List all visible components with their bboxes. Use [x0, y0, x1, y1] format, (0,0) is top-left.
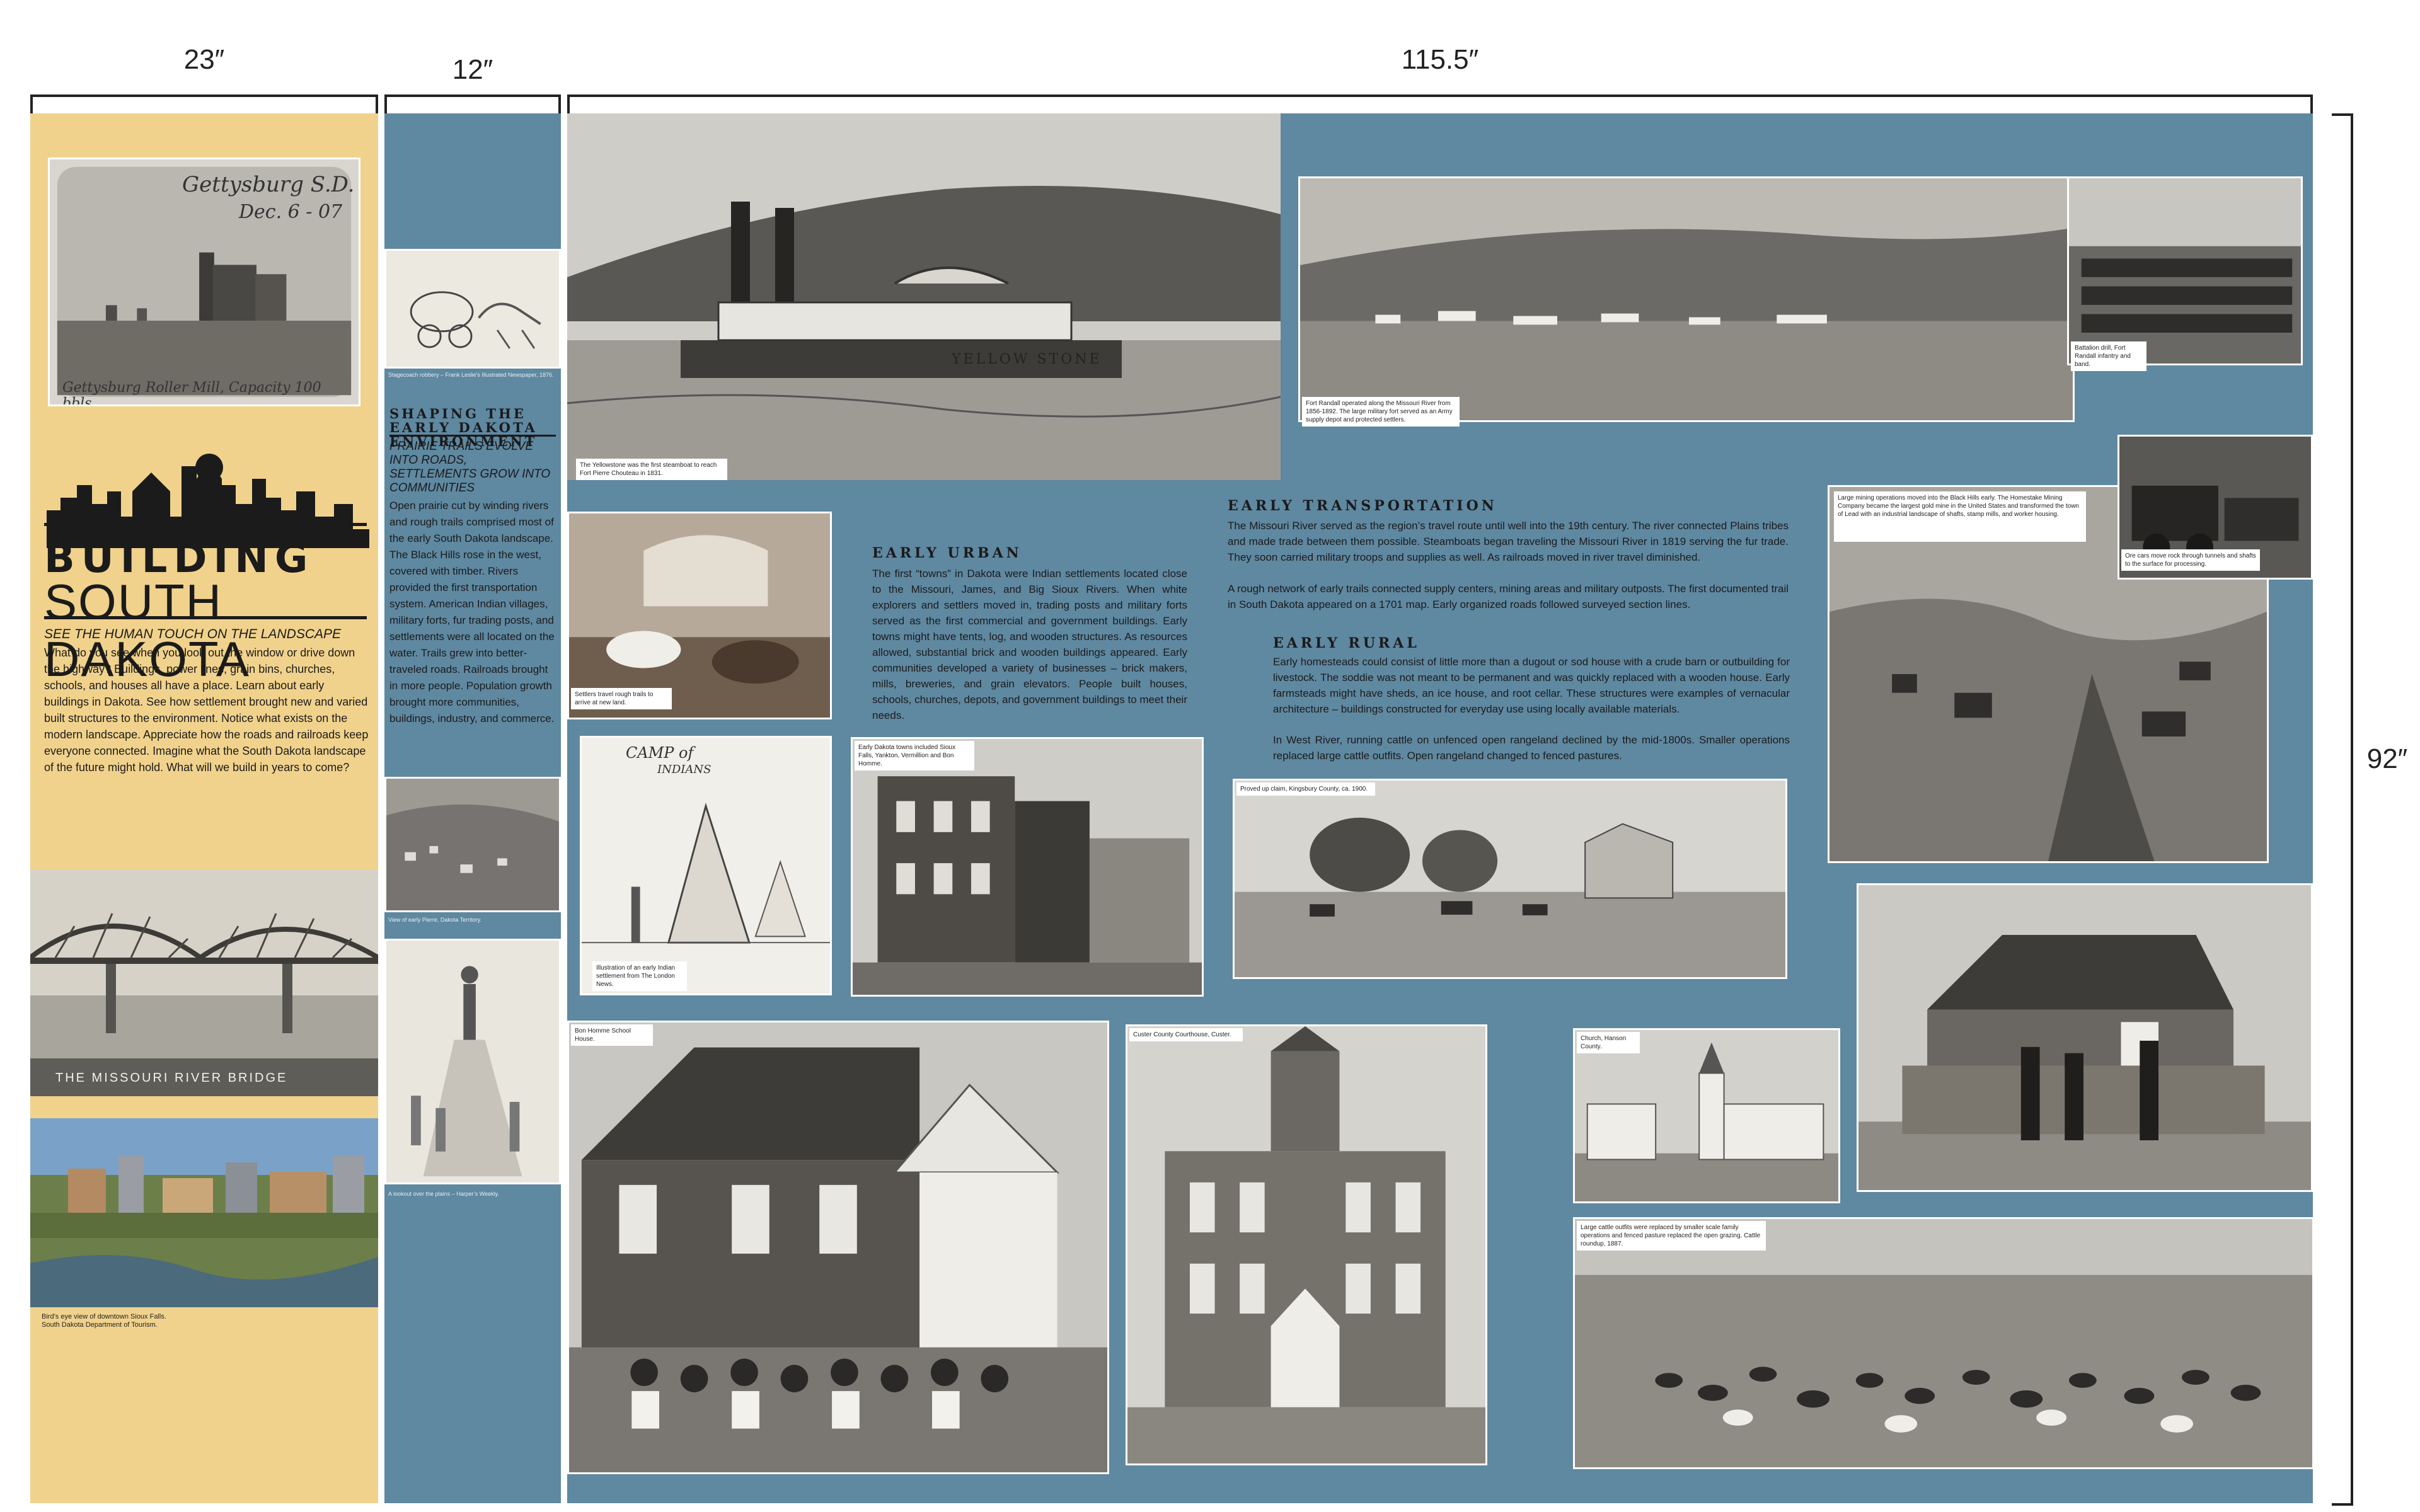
photo-proved-up-claim [1233, 779, 1787, 979]
photo-sioux-falls-skyline [30, 1118, 378, 1307]
caption-battalion-drill: Battalion drill, Fort Randall infantry a… [2071, 341, 2146, 371]
photo-yellowstone-steamboat: YELLOW STONE [567, 113, 1281, 480]
dim-line-height [2351, 113, 2353, 1506]
handwriting-line-1: Gettysburg S.D. [182, 172, 355, 197]
dim-tick [558, 94, 561, 113]
dim-line-middle [384, 94, 561, 97]
dim-label-right: 115.5″ [1401, 44, 1479, 75]
dim-label-height: 92″ [2366, 743, 2408, 774]
transportation-body-2: A rough network of early trails connecte… [1228, 583, 1789, 610]
middle-subhead: PRAIRIE TRAILS EVOLVE INTO ROADS, SETTLE… [389, 440, 551, 495]
dim-tick [567, 94, 570, 113]
caption-early-street: Early Dakota towns included Sioux Falls,… [855, 741, 974, 770]
camp-sketch-text-2: INDIANS [657, 763, 712, 776]
rural-heading: EARLY RURAL [1273, 635, 1420, 651]
caption-church: Church, Hanson County. [1577, 1032, 1640, 1053]
photo-lookout-sketch [384, 939, 561, 1184]
photo-stagecoach-sketch [384, 249, 561, 369]
transportation-body-1: The Missouri River served as the region’… [1228, 520, 1789, 563]
left-panel: Gettysburg S.D. Dec. 6 - 07 Gettysburg R… [30, 113, 378, 1503]
photo-sod-house [1857, 883, 2313, 1192]
photo-battalion-drill [2067, 176, 2303, 365]
photo-custer-courthouse [1126, 1024, 1487, 1465]
caption-homestake-mine: Large mining operations moved into the B… [1834, 491, 2086, 542]
dim-line-left [30, 94, 378, 97]
dim-tick [2332, 113, 2353, 116]
caption-ore-train: Ore cars move rock through tunnels and s… [2121, 549, 2260, 571]
rural-body-2: In West River, running cattle on unfence… [1273, 734, 1790, 762]
left-intro-text: What do you see when you look out the wi… [44, 646, 369, 774]
bridge-photo-text: THE MISSOURI RIVER BRIDGE [55, 1071, 288, 1085]
rural-body-1: Early homesteads could consist of little… [1273, 656, 1790, 715]
photo-hanson-church [1573, 1028, 1840, 1203]
photo-gettysburg-mill: Gettysburg S.D. Dec. 6 - 07 Gettysburg R… [48, 158, 360, 406]
dim-line-right [567, 94, 2313, 97]
logo-rule [44, 523, 367, 526]
dim-tick [30, 94, 33, 113]
building-south-dakota-logo: BUILDING SOUTH DAKOTA [44, 447, 372, 687]
caption-early-pierre: View of early Pierre, Dakota Territory. [388, 917, 482, 923]
photo-fort-randall [1298, 176, 2075, 422]
caption-courthouse: Custer County Courthouse, Custer. [1129, 1028, 1243, 1041]
camp-sketch-text-1: CAMP of [626, 744, 694, 762]
caption-fort-randall: Fort Randall operated along the Missouri… [1302, 397, 1460, 427]
left-subtitle: SEE THE HUMAN TOUCH ON THE LANDSCAPE [44, 627, 342, 641]
right-panel: YELLOW STONE The Yellowstone was the fir… [567, 113, 2313, 1503]
urban-body-text: The first “towns” in Dakota were Indian … [872, 568, 1187, 721]
dim-tick [2332, 1503, 2353, 1506]
caption-proved-up-claim: Proved up claim, Kingsbury County, ca. 1… [1236, 782, 1375, 796]
dim-tick [376, 94, 378, 113]
steamboat-name-text: YELLOW STONE [952, 352, 1102, 367]
photo-early-pierre [384, 777, 561, 912]
photo-cattle-roundup [1573, 1217, 2313, 1469]
photo-early-street [851, 737, 1204, 997]
middle-heading-rule [389, 435, 556, 437]
caption-schoolhouse: Bon Homme School House. [571, 1024, 653, 1046]
handwriting-line-2: Dec. 6 - 07 [239, 201, 343, 223]
middle-body-text: Open prairie cut by winding rivers and r… [389, 500, 555, 724]
urban-heading: EARLY URBAN [872, 545, 1022, 561]
transportation-heading: EARLY TRANSPORTATION [1228, 498, 1497, 514]
caption-lookout: A lookout over the plains – Harper’s Wee… [388, 1191, 499, 1197]
handwriting-caption: Gettysburg Roller Mill, Capacity 100 bbl… [62, 380, 321, 406]
skyline-icon [47, 454, 369, 548]
dim-tick [384, 94, 387, 113]
caption-skyline: Bird’s eye view of downtown Sioux Falls.… [42, 1313, 166, 1329]
middle-panel: Stagecoach robbery – Frank Leslie’s Illu… [384, 113, 561, 1503]
logo-rule [44, 616, 367, 619]
caption-stagecoach: Stagecoach robbery – Frank Leslie’s Illu… [388, 372, 554, 378]
dim-label-left: 23″ [183, 44, 225, 75]
dim-label-middle: 12″ [452, 54, 493, 85]
dim-tick [2310, 94, 2313, 113]
caption-settler-wagon: Settlers travel rough trails to arrive a… [571, 688, 672, 709]
photo-missouri-bridge: THE MISSOURI RIVER BRIDGE [30, 869, 378, 1096]
photo-bon-homme-schoolhouse [567, 1021, 1109, 1474]
caption-camp-sketch: Illustration of an early Indian settleme… [592, 961, 687, 991]
caption-steamboat: The Yellowstone was the first steamboat … [576, 459, 727, 480]
caption-cattle-roundup: Large cattle outfits were replaced by sm… [1577, 1221, 1766, 1251]
photo-camp-sketch: CAMP of INDIANS [580, 736, 832, 995]
